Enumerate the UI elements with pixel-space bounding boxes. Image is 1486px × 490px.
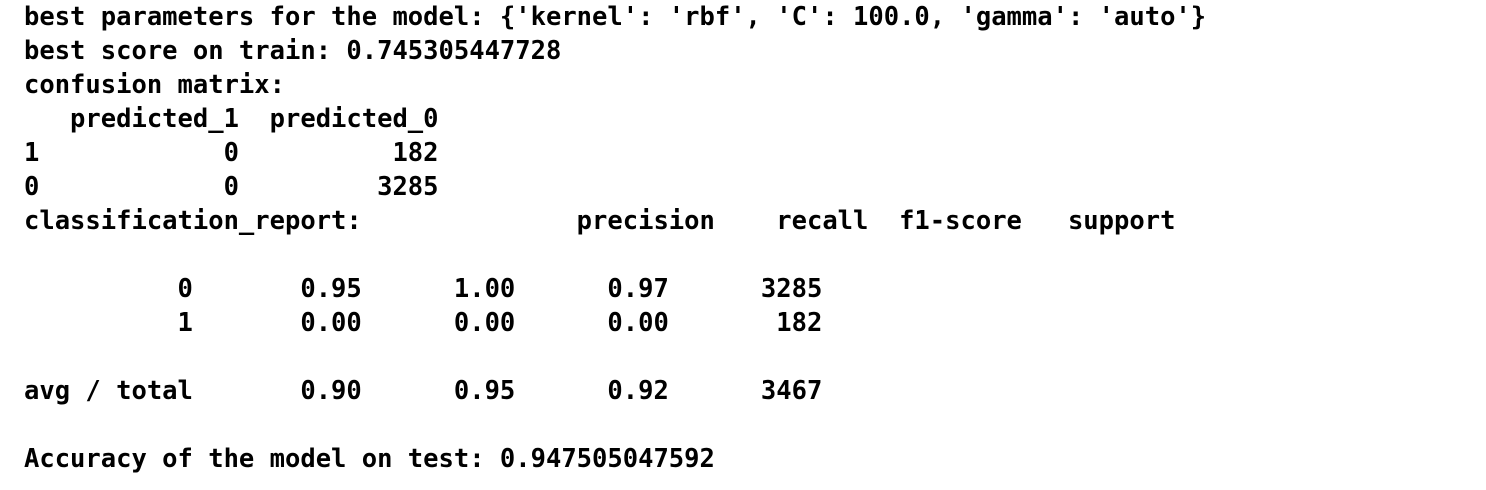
confusion-matrix-header: predicted_1 predicted_0: [24, 104, 439, 134]
best-score-line: best score on train: 0.745305447728: [24, 36, 562, 66]
console-output: best parameters for the model: {'kernel'…: [24, 0, 1474, 490]
test-accuracy-line: Accuracy of the model on test: 0.9475050…: [24, 444, 715, 474]
confusion-matrix-row: 0 0 3285: [24, 172, 439, 202]
report-avg-total-row: avg / total 0.90 0.95 0.92 3467: [24, 376, 823, 406]
best-parameters-line: best parameters for the model: {'kernel'…: [24, 2, 1207, 32]
report-row: 1 0.00 0.00 0.00 182: [24, 308, 823, 338]
confusion-matrix-heading: confusion matrix:: [24, 70, 285, 100]
classification-report-header: classification_report: precision recall …: [24, 206, 1176, 236]
report-row: 0 0.95 1.00 0.97 3285: [24, 274, 823, 304]
confusion-matrix-row: 1 0 182: [24, 138, 439, 168]
